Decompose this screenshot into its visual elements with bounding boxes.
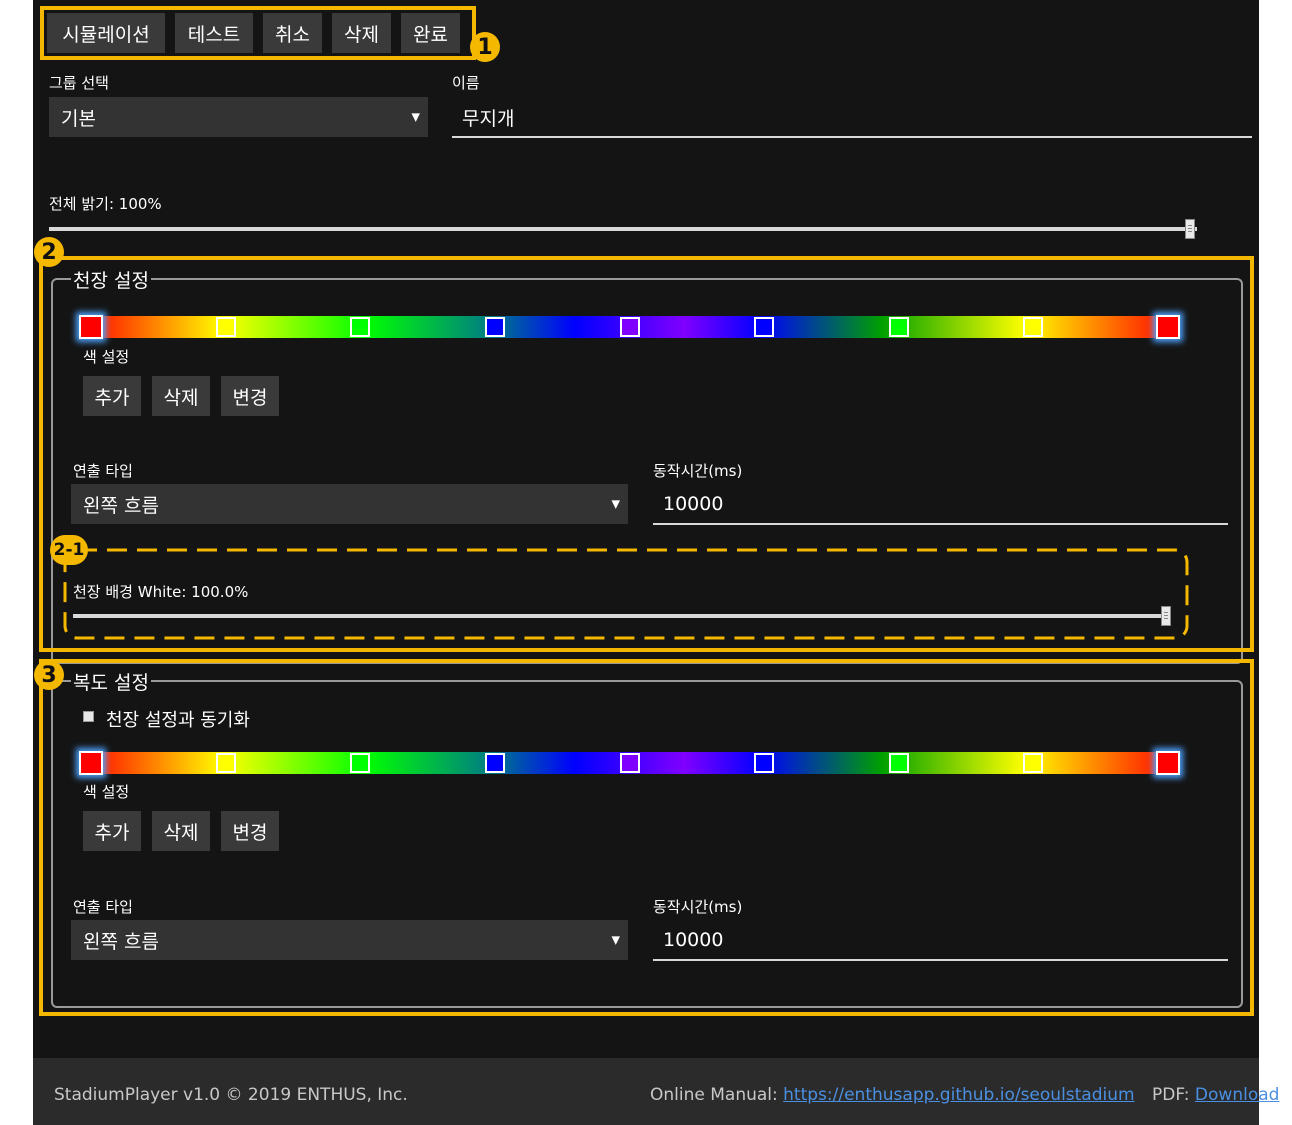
footer-links: Online Manual: https://enthusapp.github.… (650, 1085, 1279, 1105)
corridor-delete-button[interactable]: 삭제 (152, 811, 210, 851)
ceiling-add-button[interactable]: 추가 (83, 376, 141, 416)
color-stop-7[interactable] (888, 317, 909, 337)
cancel-button[interactable]: 취소 (263, 13, 322, 53)
corridor-change-button[interactable]: 변경 (221, 811, 279, 851)
test-button[interactable]: 테스트 (175, 13, 253, 53)
ceiling-effect-type-select[interactable]: 왼쪽 흐름 ▼ (71, 484, 628, 524)
callout-box-2-1 (63, 548, 1189, 640)
color-stop-2[interactable] (215, 317, 236, 337)
pdf-download-link[interactable]: Download (1195, 1085, 1280, 1105)
callout-badge-3: 3 (34, 660, 64, 690)
color-stop-7[interactable] (888, 753, 909, 773)
corridor-duration-input[interactable]: 10000 (653, 921, 1228, 961)
color-stop-8[interactable] (1023, 753, 1044, 773)
color-stop-1[interactable] (79, 751, 103, 775)
manual-label: Online Manual: (650, 1085, 778, 1105)
manual-link[interactable]: https://enthusapp.github.io/seoulstadium (783, 1085, 1134, 1105)
ceiling-color-setting-label: 색 설정 (83, 348, 130, 366)
ceiling-delete-button[interactable]: 삭제 (152, 376, 210, 416)
color-stop-1[interactable] (79, 315, 103, 339)
corridor-sync-label: 천장 설정과 동기화 (106, 710, 250, 731)
done-button[interactable]: 완료 (401, 13, 460, 53)
color-stop-9[interactable] (1156, 315, 1180, 339)
ceiling-change-button[interactable]: 변경 (221, 376, 279, 416)
color-stop-3[interactable] (350, 317, 371, 337)
corridor-color-setting-label: 색 설정 (83, 783, 130, 801)
brightness-label: 전체 밝기: 100% (49, 195, 162, 213)
ceiling-effect-type-label: 연출 타입 (73, 462, 133, 480)
ceiling-duration-label: 동작시간(ms) (653, 462, 743, 480)
ceiling-settings-legend: 천장 설정 (71, 266, 151, 293)
color-stop-5[interactable] (619, 317, 640, 337)
footer: StadiumPlayer v1.0 © 2019 ENTHUS, Inc. O… (33, 1058, 1279, 1125)
app-window: 시뮬레이션 테스트 취소 삭제 완료 그룹 선택 기본 ▼ 이름 무지개 전체 … (33, 0, 1259, 1058)
color-stop-6[interactable] (754, 317, 775, 337)
callout-badge-2-1: 2-1 (50, 535, 88, 565)
group-label: 그룹 선택 (49, 74, 109, 92)
group-select-value: 기본 (61, 107, 96, 130)
brightness-slider-track[interactable] (49, 227, 1197, 231)
color-stop-9[interactable] (1156, 751, 1180, 775)
color-stop-5[interactable] (619, 753, 640, 773)
callout-badge-2: 2 (34, 237, 64, 267)
name-input[interactable]: 무지개 (452, 98, 1252, 138)
footer-copyright: StadiumPlayer v1.0 © 2019 ENTHUS, Inc. (54, 1085, 408, 1105)
color-stop-2[interactable] (215, 753, 236, 773)
color-stop-4[interactable] (484, 753, 505, 773)
name-label: 이름 (452, 74, 480, 92)
simulation-button[interactable]: 시뮬레이션 (47, 13, 165, 53)
chevron-down-icon: ▼ (411, 110, 420, 124)
color-stop-8[interactable] (1023, 317, 1044, 337)
group-select[interactable]: 기본 ▼ (49, 97, 428, 137)
brightness-slider-thumb[interactable] (1185, 219, 1195, 239)
callout-badge-1: 1 (470, 32, 500, 62)
color-stop-3[interactable] (350, 753, 371, 773)
chevron-down-icon: ▼ (611, 933, 620, 947)
ceiling-effect-type-value: 왼쪽 흐름 (83, 494, 159, 517)
delete-button[interactable]: 삭제 (332, 13, 391, 53)
corridor-effect-type-value: 왼쪽 흐름 (83, 930, 159, 953)
corridor-duration-label: 동작시간(ms) (653, 898, 743, 916)
corridor-add-button[interactable]: 추가 (83, 811, 141, 851)
corridor-settings-legend: 복도 설정 (71, 668, 151, 695)
corridor-sync-checkbox[interactable] (83, 711, 94, 722)
color-stop-4[interactable] (484, 317, 505, 337)
chevron-down-icon: ▼ (611, 497, 620, 511)
color-stop-6[interactable] (754, 753, 775, 773)
ceiling-duration-input[interactable]: 10000 (653, 485, 1228, 525)
corridor-effect-type-label: 연출 타입 (73, 898, 133, 916)
corridor-effect-type-select[interactable]: 왼쪽 흐름 ▼ (71, 920, 628, 960)
pdf-label: PDF: (1151, 1085, 1190, 1105)
